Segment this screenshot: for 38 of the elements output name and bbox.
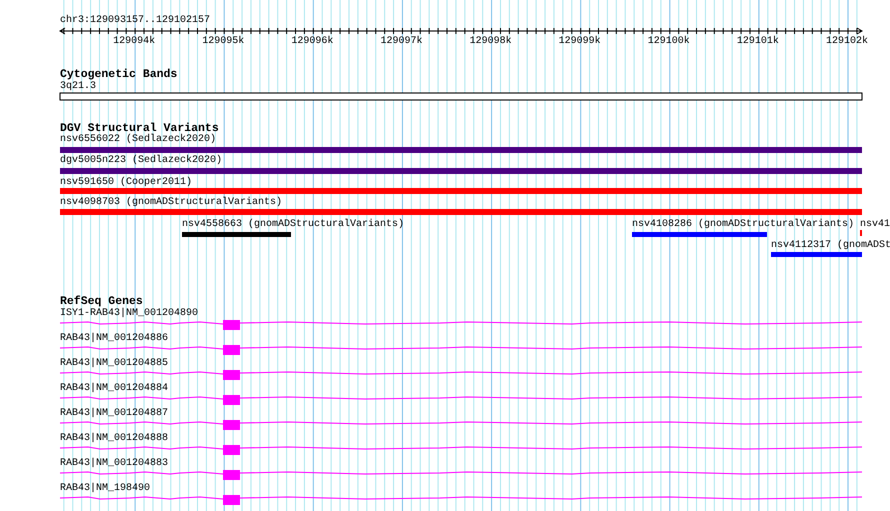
ruler-tick-label: 129099k [558, 36, 601, 47]
gene-model[interactable] [60, 320, 862, 330]
variant-label: nsv41 [860, 219, 890, 230]
ruler-tick-label: 129095k [202, 36, 244, 47]
gene-model[interactable] [60, 395, 862, 405]
variant-label: nsv4108286 (gnomADStructuralVariants) [632, 219, 854, 230]
gene-label: RAB43|NM_198490 [60, 483, 150, 494]
gene-model[interactable] [60, 370, 862, 380]
variant-label: nsv4098703 (gnomADStructuralVariants) [60, 197, 282, 208]
variant-label: nsv4112317 (gnomADSt [771, 240, 890, 251]
variant-label: nsv591650 (Cooper2011) [60, 177, 192, 188]
variant-label: dgv5005n223 (Sedlazeck2020) [60, 155, 222, 166]
gene-model[interactable] [60, 495, 862, 505]
location-label: chr3:129093157..129102157 [60, 15, 210, 26]
gene-label: RAB43|NM_001204887 [60, 408, 168, 419]
gene-label: RAB43|NM_001204888 [60, 433, 168, 444]
variant-label: nsv6556022 (Sedlazeck2020) [60, 134, 216, 145]
track-title: Cytogenetic Bands [60, 68, 178, 81]
gene-label: RAB43|NM_001204886 [60, 333, 168, 344]
gene-model[interactable] [60, 445, 862, 455]
ruler-tick-label: 129098k [470, 36, 512, 47]
cytoband-label: 3q21.3 [60, 81, 96, 92]
gene-label: RAB43|NM_001204884 [60, 383, 168, 394]
ruler-tick-label: 129096k [291, 36, 334, 47]
gene-label: RAB43|NM_001204883 [60, 458, 168, 469]
ruler-tick-label: 129097k [380, 36, 422, 47]
track-title: RefSeq Genes [60, 295, 143, 308]
gene-model[interactable] [60, 420, 862, 430]
gene-label: RAB43|NM_001204885 [60, 358, 168, 369]
ruler-tick-label: 129094k [113, 36, 156, 47]
gene-label: ISY1-RAB43|NM_001204890 [60, 308, 198, 319]
track-title: DGV Structural Variants [60, 122, 219, 135]
ruler-tick-label: 129101k [736, 36, 779, 47]
ruler-tick-label: 129100k [648, 36, 690, 47]
ruler-tick-label: 129102k [826, 36, 868, 47]
gene-model[interactable] [60, 345, 862, 355]
variant-label: nsv4558663 (gnomADStructuralVariants) [182, 219, 404, 230]
gene-model[interactable] [60, 470, 862, 480]
